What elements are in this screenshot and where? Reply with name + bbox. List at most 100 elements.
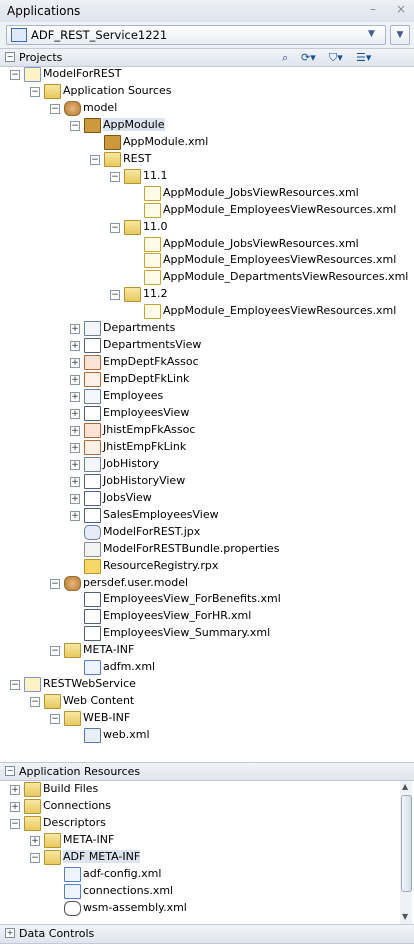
resources-scrollbar[interactable]: ▲ ▼	[400, 781, 412, 924]
tree-node[interactable]: AppModule_JobsViewResources.xml	[0, 185, 414, 202]
expand-icon[interactable]: +	[70, 442, 80, 453]
tree-node[interactable]: − META-INF	[0, 642, 414, 659]
collapse-icon[interactable]: −	[5, 52, 15, 62]
tree-node[interactable]: + DepartmentsView	[0, 337, 414, 354]
expand-icon[interactable]: +	[70, 459, 80, 470]
tree-node[interactable]: + Departments	[0, 320, 414, 337]
projects-panel-header[interactable]: − Projects ⌕ ⟳▾ ⛉▾ ☰▾	[0, 48, 414, 67]
tree-node[interactable]: + Connections	[0, 798, 414, 815]
tree-node[interactable]: + SalesEmployeesView	[0, 507, 414, 524]
tree-node[interactable]: − Descriptors	[0, 815, 414, 832]
collapse-icon[interactable]: −	[30, 697, 40, 708]
tree-node[interactable]: adfm.xml	[0, 659, 414, 676]
collapse-icon[interactable]: −	[50, 578, 60, 589]
tree-node-label: EmployeesView	[103, 406, 190, 419]
filter-icon[interactable]: ⛉▾	[329, 51, 343, 65]
tree-node[interactable]: − Web Content	[0, 693, 414, 710]
expand-icon[interactable]: +	[70, 476, 80, 487]
resources-panel-header[interactable]: − Application Resources	[0, 762, 414, 781]
tree-node[interactable]: AppModule_EmployeesViewResources.xml	[0, 303, 414, 320]
tree-node[interactable]: − ModelForREST	[0, 66, 414, 83]
options-icon[interactable]: ☰▾	[356, 51, 371, 64]
collapse-icon[interactable]: −	[5, 766, 15, 776]
tree-node[interactable]: + Employees	[0, 388, 414, 405]
tree-node[interactable]: − Application Sources	[0, 83, 414, 100]
expand-icon[interactable]: +	[70, 425, 80, 436]
tree-node-label: WEB-INF	[83, 711, 131, 725]
tree-node[interactable]: EmployeesView_ForBenefits.xml	[0, 591, 414, 608]
chevron-down-icon[interactable]: ▼	[368, 29, 375, 39]
collapse-icon[interactable]: −	[50, 646, 60, 657]
tree-node[interactable]: − RESTWebService	[0, 676, 414, 693]
tree-node[interactable]: AppModule_JobsViewResources.xml	[0, 236, 414, 253]
tree-node[interactable]: + EmployeesView	[0, 405, 414, 422]
tree-node[interactable]: − 11.0	[0, 219, 414, 236]
collapse-icon[interactable]: −	[10, 680, 20, 691]
scroll-down-icon[interactable]: ▼	[402, 912, 408, 921]
tree-node[interactable]: EmployeesView_ForHR.xml	[0, 608, 414, 625]
application-menu-button[interactable]: ▼	[390, 25, 410, 45]
expand-icon[interactable]: +	[70, 375, 80, 386]
tree-node[interactable]: − model	[0, 100, 414, 117]
expand-icon[interactable]: +	[70, 341, 80, 352]
collapse-icon[interactable]: −	[50, 103, 60, 114]
tree-node[interactable]: EmployeesView_Summary.xml	[0, 625, 414, 642]
tree-node[interactable]: − 11.1	[0, 168, 414, 185]
sync-icon[interactable]: ⟳▾	[301, 51, 316, 64]
collapse-icon[interactable]: −	[30, 86, 40, 97]
data-controls-panel-header[interactable]: + Data Controls	[0, 924, 414, 944]
scrollbar-thumb[interactable]	[401, 795, 412, 892]
tree-node[interactable]: − WEB-INF	[0, 710, 414, 727]
tree-node[interactable]: + JhistEmpFkLink	[0, 439, 414, 456]
collapse-icon[interactable]: −	[90, 154, 100, 165]
tree-node[interactable]: + JobsView	[0, 490, 414, 507]
search-icon[interactable]: ⌕	[282, 51, 288, 65]
tree-node[interactable]: AppModule_DepartmentsViewResources.xml	[0, 269, 414, 286]
application-selector[interactable]: ADF_REST_Service1221 ▼	[6, 25, 386, 45]
expand-icon[interactable]: +	[10, 802, 20, 812]
tree-node[interactable]: + JobHistory	[0, 456, 414, 473]
tree-node[interactable]: AppModule_EmployeesViewResources.xml	[0, 202, 414, 219]
expand-icon[interactable]: +	[70, 510, 80, 521]
tree-node[interactable]: − AppModule	[0, 117, 414, 134]
tree-node[interactable]: + EmpDeptFkAssoc	[0, 354, 414, 371]
expand-icon[interactable]: +	[30, 836, 40, 846]
tree-node[interactable]: web.xml	[0, 727, 414, 744]
tree-node[interactable]: + JobHistoryView	[0, 473, 414, 490]
tree-node[interactable]: ModelForREST.jpx	[0, 524, 414, 541]
tree-node[interactable]: adf-config.xml	[0, 866, 414, 883]
expand-icon[interactable]: +	[5, 928, 15, 938]
collapse-icon[interactable]: −	[10, 70, 20, 80]
expand-icon[interactable]: +	[70, 409, 80, 419]
tree-node[interactable]: − 11.2	[0, 286, 414, 303]
expand-icon[interactable]: +	[70, 358, 80, 369]
collapse-icon[interactable]: −	[110, 222, 120, 233]
minimize-icon[interactable]: –	[370, 2, 376, 16]
collapse-icon[interactable]: −	[10, 819, 20, 829]
tree-node[interactable]: + EmpDeptFkLink	[0, 371, 414, 388]
collapse-icon[interactable]: −	[110, 290, 120, 301]
collapse-icon[interactable]: −	[30, 853, 40, 863]
expand-icon[interactable]: +	[70, 392, 80, 403]
tree-node[interactable]: + META-INF	[0, 832, 414, 849]
close-icon[interactable]: ×	[396, 2, 406, 16]
tree-node[interactable]: − ADF META-INF	[0, 849, 414, 866]
tree-node[interactable]: − REST	[0, 151, 414, 168]
tree-node[interactable]: − persdef.user.model	[0, 575, 414, 592]
tree-node[interactable]: ResourceRegistry.rpx	[0, 558, 414, 575]
tree-node[interactable]: + JhistEmpFkAssoc	[0, 422, 414, 439]
tree-node[interactable]: connections.xml	[0, 883, 414, 900]
xml-icon	[144, 236, 161, 252]
tree-node[interactable]: AppModule.xml	[0, 134, 414, 151]
collapse-icon[interactable]: −	[50, 714, 60, 725]
collapse-icon[interactable]: −	[70, 120, 80, 131]
scroll-up-icon[interactable]: ▲	[402, 782, 408, 791]
collapse-icon[interactable]: −	[110, 171, 120, 182]
tree-node[interactable]: ModelForRESTBundle.properties	[0, 541, 414, 558]
tree-node[interactable]: + Build Files	[0, 781, 414, 798]
expand-icon[interactable]: +	[10, 785, 20, 795]
expand-icon[interactable]: +	[70, 324, 80, 335]
expand-icon[interactable]: +	[70, 493, 80, 504]
tree-node[interactable]: AppModule_EmployeesViewResources.xml	[0, 252, 414, 269]
tree-node[interactable]: wsm-assembly.xml	[0, 900, 414, 917]
